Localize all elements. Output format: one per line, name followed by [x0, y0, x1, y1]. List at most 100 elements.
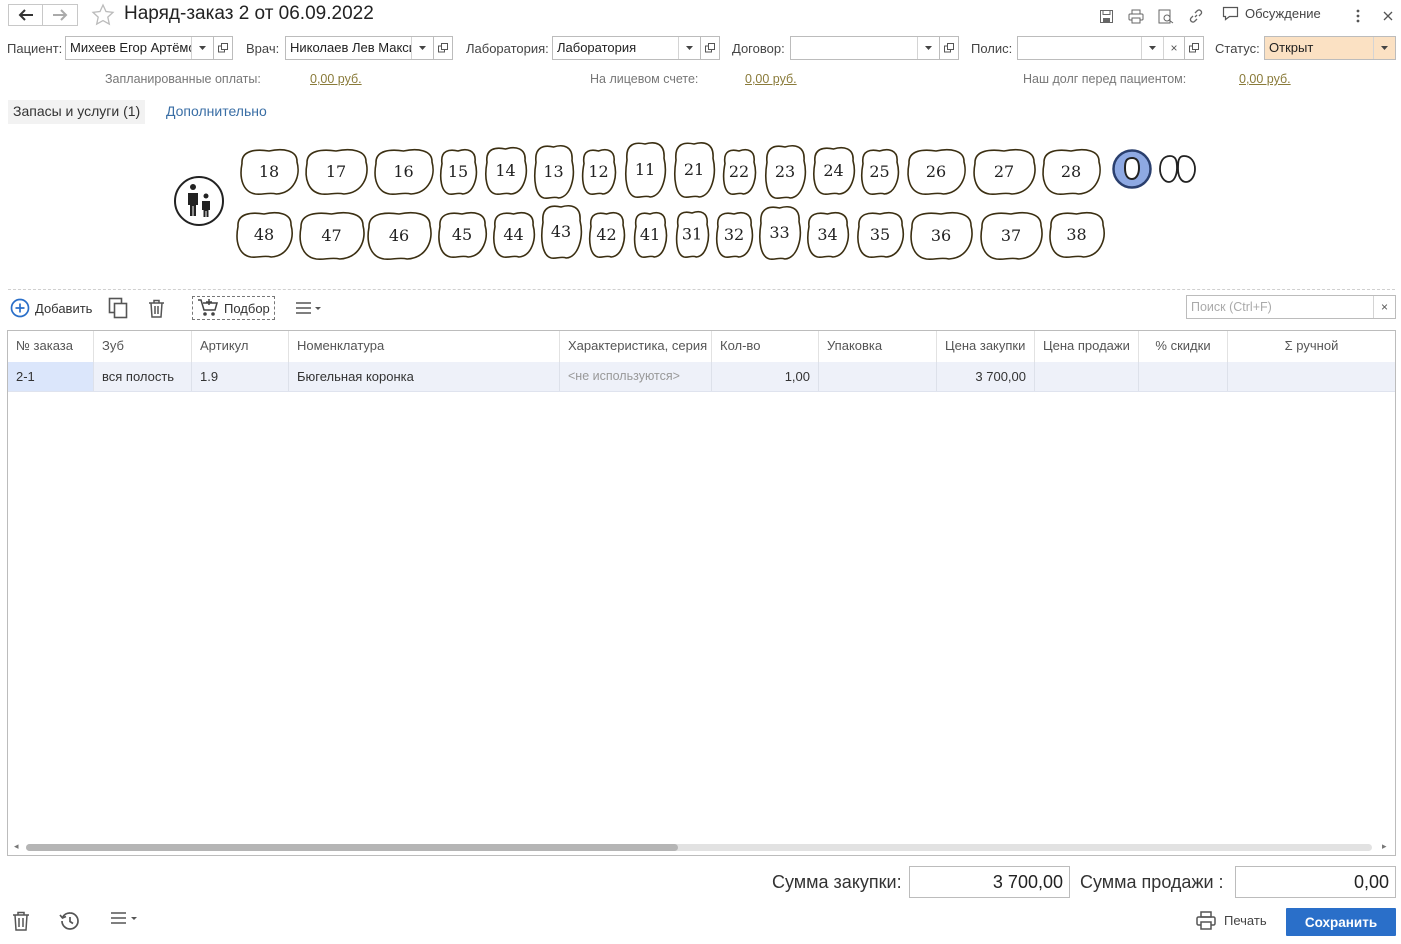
- tooth-47[interactable]: 47: [297, 209, 366, 261]
- delete-button[interactable]: [148, 296, 165, 320]
- tooth-43[interactable]: 43: [539, 202, 583, 260]
- tooth-23[interactable]: 23: [763, 142, 807, 200]
- doctor-field[interactable]: Николаев Лев Максимович: [285, 36, 434, 60]
- favorite-star-icon[interactable]: [91, 3, 115, 27]
- col-article[interactable]: Артикул: [192, 331, 289, 362]
- contract-field[interactable]: [790, 36, 940, 60]
- col-manual-sum[interactable]: Σ ручной: [1228, 331, 1395, 362]
- tooth-15[interactable]: 15: [438, 146, 478, 196]
- forward-button[interactable]: [43, 4, 78, 26]
- chevron-down-icon[interactable]: [411, 37, 433, 59]
- copy-button[interactable]: [108, 296, 128, 320]
- close-icon[interactable]: [1379, 7, 1397, 25]
- tooth-46[interactable]: 46: [365, 209, 433, 261]
- tab-additional[interactable]: Дополнительно: [166, 103, 267, 119]
- clear-icon[interactable]: ×: [1163, 37, 1184, 59]
- tooth-36[interactable]: 36: [908, 209, 974, 261]
- tooth-41[interactable]: 41: [632, 209, 668, 259]
- tooth-27[interactable]: 27: [971, 146, 1037, 196]
- tooth-13[interactable]: 13: [532, 142, 575, 200]
- scrollbar-thumb[interactable]: [26, 844, 678, 851]
- tooth-18[interactable]: 18: [238, 146, 300, 196]
- tooth-42[interactable]: 42: [587, 209, 626, 259]
- save-icon[interactable]: [1097, 7, 1115, 25]
- tooth-21[interactable]: 21: [672, 139, 716, 199]
- print-icon[interactable]: [1127, 7, 1145, 25]
- policy-field[interactable]: ×: [1017, 36, 1185, 60]
- preview-icon[interactable]: [1157, 7, 1175, 25]
- tooth-45[interactable]: 45: [436, 209, 488, 259]
- delete-document-button[interactable]: [12, 911, 30, 931]
- col-quantity[interactable]: Кол-во: [712, 331, 819, 362]
- back-button[interactable]: [8, 4, 43, 26]
- cell-tooth[interactable]: вся полость: [94, 362, 192, 391]
- planned-payments-value[interactable]: 0,00 руб.: [310, 72, 362, 86]
- col-discount[interactable]: % скидки: [1139, 331, 1228, 362]
- tooth-33[interactable]: 33: [757, 203, 802, 261]
- account-balance-value[interactable]: 0,00 руб.: [745, 72, 797, 86]
- cell-order-no[interactable]: 2-1: [8, 362, 94, 391]
- chevron-down-icon[interactable]: [917, 37, 939, 59]
- jaw-selected-icon[interactable]: [1112, 149, 1152, 189]
- open-patient-button[interactable]: [214, 36, 233, 60]
- cell-purchase-price[interactable]: 3 700,00: [937, 362, 1035, 391]
- tooth-25[interactable]: 25: [859, 146, 900, 196]
- jaw-outline-icon[interactable]: [1158, 154, 1198, 184]
- tooth-17[interactable]: 17: [303, 146, 369, 196]
- col-sale-price[interactable]: Цена продажи: [1035, 331, 1139, 362]
- tooth-28[interactable]: 28: [1040, 146, 1102, 196]
- more-menu-button[interactable]: [295, 296, 323, 320]
- discuss-button[interactable]: Обсуждение: [1222, 6, 1321, 21]
- footer-more-menu-button[interactable]: [110, 911, 140, 925]
- col-purchase-price[interactable]: Цена закупки: [937, 331, 1035, 362]
- open-lab-button[interactable]: [701, 36, 720, 60]
- tooth-31[interactable]: 31: [674, 208, 710, 259]
- patient-field[interactable]: Михеев Егор Артёмович: [65, 36, 214, 60]
- scroll-left-arrow-icon[interactable]: ◂: [14, 841, 19, 852]
- table-row[interactable]: 2-1 вся полость 1.9 Бюгельная коронка <н…: [8, 362, 1395, 392]
- scroll-right-arrow-icon[interactable]: ▸: [1382, 841, 1387, 852]
- col-nomenclature[interactable]: Номенклатура: [289, 331, 560, 362]
- cell-characteristic[interactable]: <не используются>: [560, 362, 712, 391]
- cell-sale-price[interactable]: [1035, 362, 1139, 391]
- tooth-12[interactable]: 12: [580, 146, 617, 196]
- open-policy-button[interactable]: [1185, 36, 1204, 60]
- contract-value[interactable]: [791, 37, 917, 59]
- tab-stock-services[interactable]: Запасы и услуги (1): [8, 100, 146, 124]
- tooth-22[interactable]: 22: [721, 146, 757, 196]
- print-button[interactable]: Печать: [1196, 911, 1267, 930]
- cell-nomenclature[interactable]: Бюгельная коронка: [289, 362, 560, 391]
- chevron-down-icon[interactable]: [191, 37, 213, 59]
- tooth-37[interactable]: 37: [978, 209, 1044, 261]
- save-button[interactable]: Сохранить: [1286, 908, 1396, 936]
- col-order-no[interactable]: № заказа: [8, 331, 94, 362]
- tooth-38[interactable]: 38: [1047, 209, 1106, 259]
- items-table[interactable]: № заказа Зуб Артикул Номенклатура Характ…: [7, 330, 1396, 856]
- history-button[interactable]: [58, 911, 80, 931]
- cell-quantity[interactable]: 1,00: [712, 362, 819, 391]
- tooth-11[interactable]: 11: [623, 139, 667, 199]
- open-doctor-button[interactable]: [434, 36, 453, 60]
- cell-discount[interactable]: [1139, 362, 1228, 391]
- cell-manual-sum[interactable]: [1228, 362, 1395, 391]
- tooth-48[interactable]: 48: [234, 209, 294, 259]
- add-button[interactable]: Добавить: [10, 296, 92, 320]
- lab-field[interactable]: Лаборатория: [552, 36, 701, 60]
- cell-article[interactable]: 1.9: [192, 362, 289, 391]
- tooth-44[interactable]: 44: [491, 209, 536, 259]
- chevron-down-icon[interactable]: [678, 37, 700, 59]
- tooth-32[interactable]: 32: [714, 209, 754, 259]
- status-field[interactable]: Открыт: [1264, 36, 1396, 60]
- tooth-24[interactable]: 24: [811, 144, 856, 196]
- tooth-26[interactable]: 26: [905, 146, 967, 196]
- cell-package[interactable]: [819, 362, 937, 391]
- tooth-35[interactable]: 35: [855, 209, 905, 259]
- policy-value[interactable]: [1018, 37, 1141, 59]
- status-value[interactable]: Открыт: [1265, 37, 1373, 59]
- patient-people-icon[interactable]: [173, 175, 225, 227]
- debt-value[interactable]: 0,00 руб.: [1239, 72, 1291, 86]
- tooth-16[interactable]: 16: [372, 146, 435, 196]
- doctor-value[interactable]: Николаев Лев Максимович: [286, 37, 411, 59]
- tooth-34[interactable]: 34: [805, 209, 850, 259]
- search-input[interactable]: Поиск (Ctrl+F) ×: [1186, 295, 1396, 319]
